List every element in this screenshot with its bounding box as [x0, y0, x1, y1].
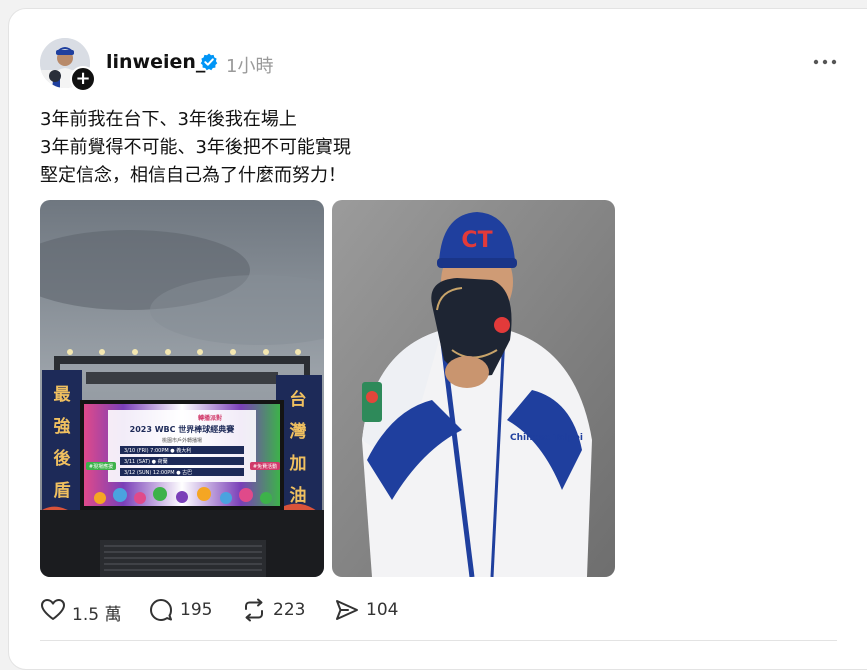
screen-tag-right: #免費活動 — [253, 463, 277, 470]
comment-icon — [150, 599, 172, 621]
schedule-row: 3/10 (FRI) 7:00PM ● 義大利 — [124, 447, 191, 454]
comment-button[interactable]: 195 — [148, 596, 222, 624]
like-count: 1.5 萬 — [72, 605, 122, 625]
banner-right-char: 加 — [289, 454, 307, 474]
banner-left-char: 強 — [54, 416, 71, 437]
cap-logo: CT — [461, 228, 492, 253]
repost-count: 223 — [273, 600, 306, 620]
caption-line: 3年前我在台下、3年後我在場上 — [40, 109, 297, 130]
follow-button[interactable]: + — [70, 66, 96, 92]
banner-right-char: 灣 — [290, 421, 307, 442]
banner-right-char: 油 — [290, 485, 307, 506]
banner-left-char: 盾 — [54, 481, 71, 501]
post-image-stage[interactable]: 最 強 後 盾 台 灣 加 油 轉播派對 2023 WBC 世界棒球經典賽 桃園… — [40, 200, 324, 577]
banner-left-char: 最 — [54, 385, 72, 405]
verified-badge-icon — [200, 53, 218, 71]
comment-count: 195 — [180, 600, 213, 620]
post-caption: 3年前我在台下、3年後我在場上 3年前覺得不可能、3年後把不可能實現 堅定信念，… — [40, 106, 351, 190]
post-timestamp[interactable]: 1小時 — [226, 52, 273, 78]
screen-header: 轉播派對 — [198, 414, 222, 422]
banner-left-char: 後 — [54, 448, 72, 469]
repost-icon — [245, 598, 263, 622]
like-button[interactable]: 1.5 萬 — [40, 596, 124, 625]
screen-subtitle: 桃園市戶外轉播場 — [162, 437, 202, 444]
repost-button[interactable]: 223 — [241, 596, 315, 624]
share-button[interactable]: 104 — [334, 596, 408, 624]
post-divider — [40, 640, 837, 641]
send-icon — [336, 600, 358, 620]
screen-tag-left: #現場應援 — [89, 463, 113, 470]
screen-title: 2023 WBC 世界棒球經典賽 — [130, 424, 236, 434]
heart-icon — [41, 599, 65, 620]
banner-right-char: 台 — [290, 389, 307, 410]
post-image-pitcher[interactable]: CT Chinese Taipei — [332, 200, 615, 577]
username[interactable]: linweien_ — [106, 51, 205, 73]
more-options-icon[interactable] — [812, 54, 838, 70]
share-count: 104 — [366, 600, 399, 620]
caption-line: 堅定信念，相信自己為了什麼而努力！ — [40, 165, 346, 186]
jersey-text: Chinese Taipei — [510, 433, 583, 443]
caption-line: 3年前覺得不可能、3年後把不可能實現 — [40, 137, 351, 158]
schedule-row: 3/12 (SUN) 12:00PM ● 古巴 — [124, 469, 192, 476]
schedule-row: 3/11 (SAT) ● 荷蘭 — [124, 458, 168, 465]
